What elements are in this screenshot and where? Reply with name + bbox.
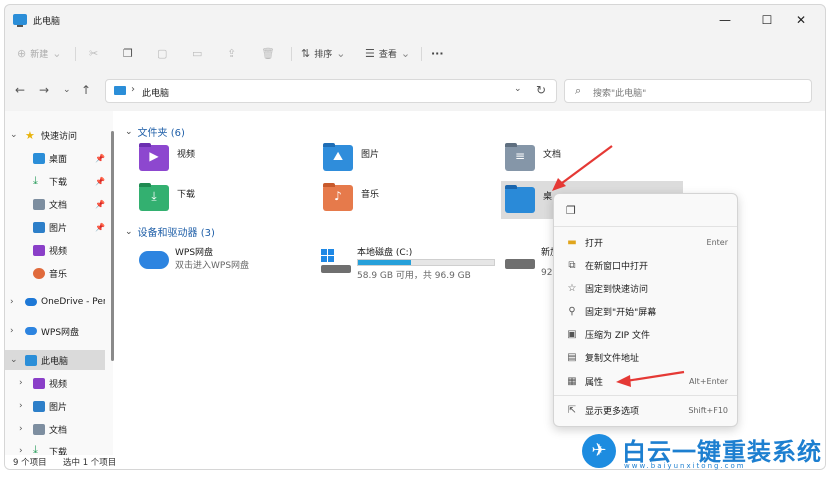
arrow-to-desktop-icon <box>552 145 613 191</box>
bird-logo-icon: ✈ <box>582 434 616 468</box>
watermark-url: www.baiyunxitong.com <box>624 462 746 470</box>
annotation-arrows <box>552 145 685 387</box>
watermark-logo: ✈ 白云一键重装系统 www.baiyunxitong.com <box>582 432 821 472</box>
arrow-to-properties-icon <box>616 370 685 387</box>
